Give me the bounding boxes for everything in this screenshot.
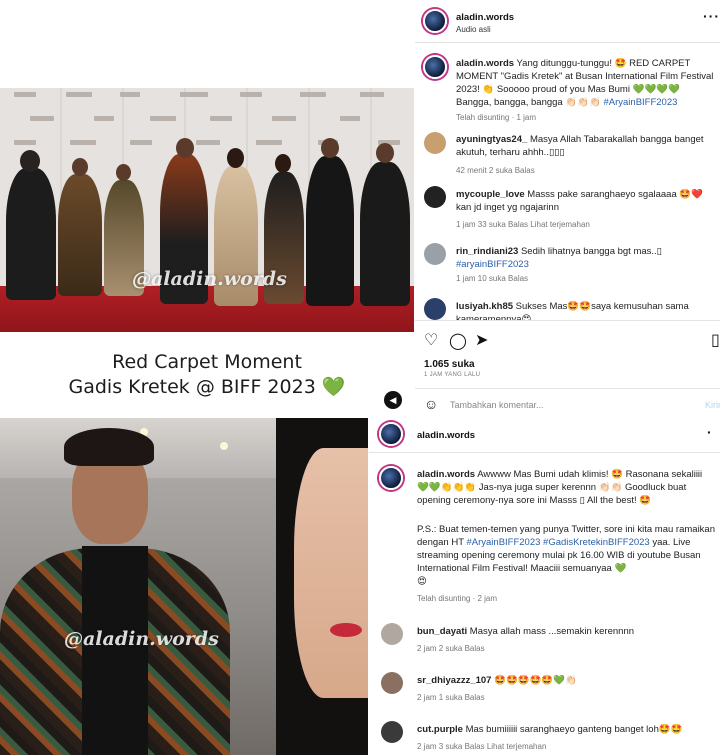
man-hair [64, 428, 154, 466]
post-comment-button[interactable]: Kirim [705, 400, 720, 410]
post-username[interactable]: aladin.words [456, 12, 514, 23]
more-options-icon[interactable]: · [707, 424, 713, 440]
watermark-text: @aladin.words [132, 268, 287, 290]
commenter-avatar[interactable] [424, 243, 446, 265]
like-heart-icon[interactable]: ♡ [424, 330, 438, 350]
comment-bubble-icon[interactable]: ◯ [449, 331, 467, 351]
post-caption-ps: P.S.: Buat temen-temen yang punya Twitte… [417, 523, 715, 588]
comment-username[interactable]: rin_rindiani23 [456, 246, 518, 257]
comment-meta[interactable]: 1 jam 33 suka Balas Lihat terjemahan [456, 220, 590, 229]
caption-line-2: Gadis Kretek @ BIFF 2023 💚 [68, 376, 346, 398]
commenter-avatar[interactable] [381, 623, 403, 645]
selfie-photo: @aladin.words [0, 418, 368, 755]
woman-lips [330, 623, 362, 637]
caption-tail: Bangga, bangga, bangga 👏🏻👏🏻👏🏻 [456, 97, 601, 108]
caption-avatar[interactable] [423, 55, 447, 79]
comment-username[interactable]: mycouple_love [456, 189, 525, 200]
comment: mycouple_love Masss pake saranghaeyo sga… [456, 188, 714, 214]
watermark-text: @aladin.words [64, 628, 219, 650]
commenter-avatar[interactable] [424, 186, 446, 208]
commenter-avatar[interactable] [424, 132, 446, 154]
caption-username[interactable]: aladin.words [456, 58, 514, 69]
profile-avatar[interactable] [423, 9, 447, 33]
commenter-avatar[interactable] [381, 672, 403, 694]
top-post-panel: aladin.words Audio asli aladin.words Yan… [415, 0, 720, 418]
comment-input[interactable]: Tambahkan komentar... [450, 400, 544, 410]
person-1 [6, 168, 56, 300]
comment-username[interactable]: cut.purple [417, 724, 463, 735]
post-caption: aladin.words Yang ditunggu-tunggu! 🤩 RED… [456, 57, 714, 109]
person-7 [306, 156, 354, 306]
comment-username[interactable]: sr_dhiyazzz_107 [417, 675, 491, 686]
caption-line-1: Red Carpet Moment [112, 351, 302, 373]
red-carpet-photo: @aladin.words [0, 88, 414, 332]
bottom-post-panel: aladin.words · aladin.words Awwww Mas Bu… [369, 418, 720, 755]
comment-meta[interactable]: 1 jam 10 suka Balas [456, 274, 528, 283]
profile-avatar[interactable] [379, 422, 403, 446]
comment-username[interactable]: ayuningtyas24_ [456, 134, 527, 145]
caption-hashtag[interactable]: #AryainBIFF2023 [603, 97, 677, 108]
comment-meta[interactable]: 2 jam 3 suka Balas Lihat terjemahan [417, 742, 546, 751]
person-2 [58, 174, 102, 296]
comment-meta[interactable]: 42 menit 2 suka Balas [456, 166, 535, 175]
person-8 [360, 162, 410, 306]
comment: ayuningtyas24_ Masya Allah Tabarakallah … [456, 133, 714, 159]
comment: cut.purple Mas bumiiiiii saranghaeyo gan… [417, 723, 715, 736]
comment-text: Sedih lihatnya bangga bgt mas..▯ [520, 246, 662, 257]
post-time: 1 JAM YANG LALU [424, 372, 481, 378]
comment: rin_rindiani23 Sedih lihatnya bangga bgt… [456, 245, 714, 271]
comment-text: 🤩🤩🤩🤩🤩💚👏🏻 [494, 675, 577, 686]
audio-icon[interactable]: ◀ [384, 391, 402, 409]
comment-text: Mas bumiiiiii saranghaeyo ganteng banget… [465, 724, 683, 735]
comment-meta[interactable]: 2 jam 1 suka Balas [417, 693, 485, 702]
audio-label[interactable]: Audio asli [456, 25, 491, 34]
comment: sr_dhiyazzz_107 🤩🤩🤩🤩🤩💚👏🏻 [417, 674, 715, 687]
caption-username[interactable]: aladin.words [417, 469, 475, 480]
comment-hashtag[interactable]: #aryainBIFF2023 [456, 259, 529, 270]
caption-hashtags[interactable]: #AryainBIFF2023 #GadisKretekinBIFF2023 [466, 537, 649, 548]
green-heart-icon: 💚 [321, 376, 346, 398]
bookmark-icon[interactable]: ▯ [711, 330, 720, 350]
comment-username[interactable]: lusiyah.kh85 [456, 301, 513, 312]
post-username[interactable]: aladin.words [417, 430, 475, 441]
photo-caption: Red Carpet Moment Gadis Kretek @ BIFF 20… [0, 350, 414, 400]
caption-hearts: 💚💚💚💚 [632, 84, 680, 95]
ceiling-light [220, 442, 228, 450]
caption-avatar[interactable] [379, 466, 403, 490]
like-count[interactable]: 1.065 suka [424, 359, 475, 370]
comment-meta[interactable]: 2 jam 2 suka Balas [417, 644, 485, 653]
woman-face [294, 448, 368, 698]
man-shirt [82, 546, 148, 755]
caption-time: Telah disunting · 1 jam [456, 113, 537, 122]
post-caption: aladin.words Awwww Mas Bumi udah klimis!… [417, 468, 715, 507]
comment-username[interactable]: bun_dayati [417, 626, 467, 637]
caption-text: Awwww Mas Bumi udah klimis! 🤩 Rasonana s… [477, 469, 703, 480]
commenter-avatar[interactable] [381, 721, 403, 743]
comment-text: Masya allah mass ...semakin kerennnn [469, 626, 635, 637]
caption-text-2: 💚💚👏👏👏 Jas-nya juga super kerennn 👏🏻👏🏻 Go… [417, 482, 687, 506]
caption-time: Telah disunting · 2 jam [417, 594, 498, 603]
emoji-icon[interactable]: ☺ [424, 396, 438, 412]
commenter-avatar[interactable] [424, 298, 446, 320]
share-send-icon[interactable]: ➤ [475, 330, 488, 350]
caption-emoji: 😍 [417, 576, 427, 587]
comment: bun_dayati Masya allah mass ...semakin k… [417, 625, 715, 638]
comment: lusiyah.kh85 Sukses Mas🤩🤩saya kemusuhan … [456, 300, 714, 320]
